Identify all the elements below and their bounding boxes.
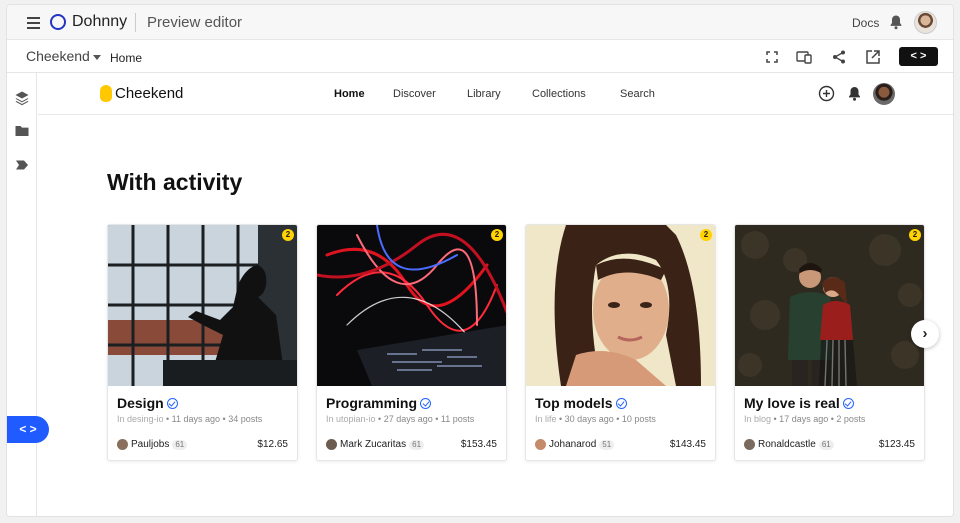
author-avatar [535,439,546,450]
activity-badge: 2 [491,229,503,241]
tag-icon[interactable] [14,157,30,173]
site-user-avatar[interactable] [873,83,895,105]
author-reputation: 61 [172,439,188,450]
add-circle-icon[interactable] [818,85,835,102]
activity-badge: 2 [282,229,294,241]
author-avatar [326,439,337,450]
card-community[interactable]: In life [535,414,557,424]
card-meta: In life • 30 days ago • 10 posts [535,414,656,424]
verified-icon [166,397,178,409]
author-avatar [117,439,128,450]
toggle-code-panel-button[interactable]: < > [7,416,49,443]
card-meta: In utopian-io • 27 days ago • 11 posts [326,414,474,424]
card-community[interactable]: In blog [744,414,771,424]
card-title[interactable]: Top models [535,395,627,411]
card-author[interactable]: Ronaldcastle 61 [744,439,834,450]
app-brand: Dohnny [72,13,128,30]
carousel-next-button[interactable]: › [911,320,939,348]
nav-library[interactable]: Library [467,88,501,100]
card-author[interactable]: Johanarod 51 [535,439,615,450]
card-meta: In desing-io • 11 days ago • 34 posts [117,414,262,424]
site-preview: Cheekend Home Discover Library Collectio… [38,73,953,516]
user-avatar[interactable] [914,11,937,34]
app-topbar: Dohnny Preview editor Docs [7,5,953,40]
hand-logo-icon [100,85,112,102]
chevron-down-icon[interactable] [93,55,101,60]
docs-link[interactable]: Docs [852,16,879,30]
left-rail [7,73,37,516]
collection-card-programming[interactable]: 2 Programming In utopian-io • 27 days ag… [316,224,507,461]
open-external-icon[interactable] [865,49,881,65]
author-name[interactable]: Ronaldcastle [758,439,816,450]
card-price: $123.45 [878,439,915,450]
folder-icon[interactable] [14,123,30,139]
verified-icon [420,397,432,409]
card-stats: • 11 days ago • 34 posts [163,414,263,424]
nav-home[interactable]: Home [334,88,365,100]
brand-logo-icon [50,14,66,30]
card-price: $12.65 [257,439,288,450]
app-window: Dohnny Preview editor Docs Cheekend Home [6,4,954,517]
editor-toolbar: Cheekend Home < > [7,40,953,73]
card-stats: • 27 days ago • 11 posts [375,414,475,424]
card-price: $153.45 [460,439,497,450]
author-avatar [744,439,755,450]
author-reputation: 51 [599,439,615,450]
card-title[interactable]: My love is real [744,395,854,411]
card-title[interactable]: Programming [326,395,432,411]
verified-icon [842,397,854,409]
bell-icon[interactable] [888,14,904,30]
card-image[interactable]: 2 [108,225,297,386]
bell-icon[interactable] [846,85,863,102]
activity-badge: 2 [700,229,712,241]
current-page: Home [110,51,143,65]
nav-discover[interactable]: Discover [393,88,436,100]
author-reputation: 61 [409,439,425,450]
share-icon[interactable] [831,49,847,65]
section-title: With activity [107,169,243,195]
nav-collections[interactable]: Collections [532,88,586,100]
hamburger-icon[interactable] [27,17,41,29]
card-title-text[interactable]: Design [117,395,164,411]
author-name[interactable]: Johanarod [549,439,596,450]
card-stats: • 17 days ago • 2 posts [771,414,866,424]
collection-card-my-love-is-real[interactable]: 2 My love is real In blog • 17 days ago … [734,224,925,461]
card-meta: In blog • 17 days ago • 2 posts [744,414,865,424]
author-name[interactable]: Mark Zucaritas [340,439,406,450]
card-title-text[interactable]: My love is real [744,395,840,411]
card-title[interactable]: Design [117,395,178,411]
card-community[interactable]: In utopian-io [326,414,376,424]
collection-card-top-models[interactable]: 2 Top models In life • 30 days ago • 10 … [525,224,716,461]
card-community[interactable]: In desing-io [117,414,164,424]
verified-icon [615,397,627,409]
app-title: Preview editor [147,14,243,31]
collection-card-design[interactable]: 2 Design In desing-io • 11 days ago • 34… [107,224,298,461]
site-brand[interactable]: Cheekend [115,85,183,102]
activity-badge: 2 [909,229,921,241]
topbar-divider [135,13,136,32]
code-view-button[interactable]: < > [899,47,938,66]
card-author[interactable]: Pauljobs 61 [117,439,188,450]
responsive-icon[interactable] [796,49,812,65]
fullscreen-icon[interactable] [764,49,780,65]
card-title-text[interactable]: Top models [535,395,613,411]
card-author[interactable]: Mark Zucaritas 61 [326,439,425,450]
author-name[interactable]: Pauljobs [131,439,169,450]
card-title-text[interactable]: Programming [326,395,417,411]
nav-search[interactable]: Search [620,88,655,100]
author-reputation: 61 [818,439,834,450]
project-selector[interactable]: Cheekend [26,48,90,64]
layers-icon[interactable] [14,90,30,106]
card-stats: • 30 days ago • 10 posts [556,414,656,424]
card-price: $143.45 [669,439,706,450]
card-image[interactable]: 2 [735,225,924,386]
card-image[interactable]: 2 [317,225,506,386]
card-image[interactable]: 2 [526,225,715,386]
site-navbar: Cheekend Home Discover Library Collectio… [38,73,953,115]
